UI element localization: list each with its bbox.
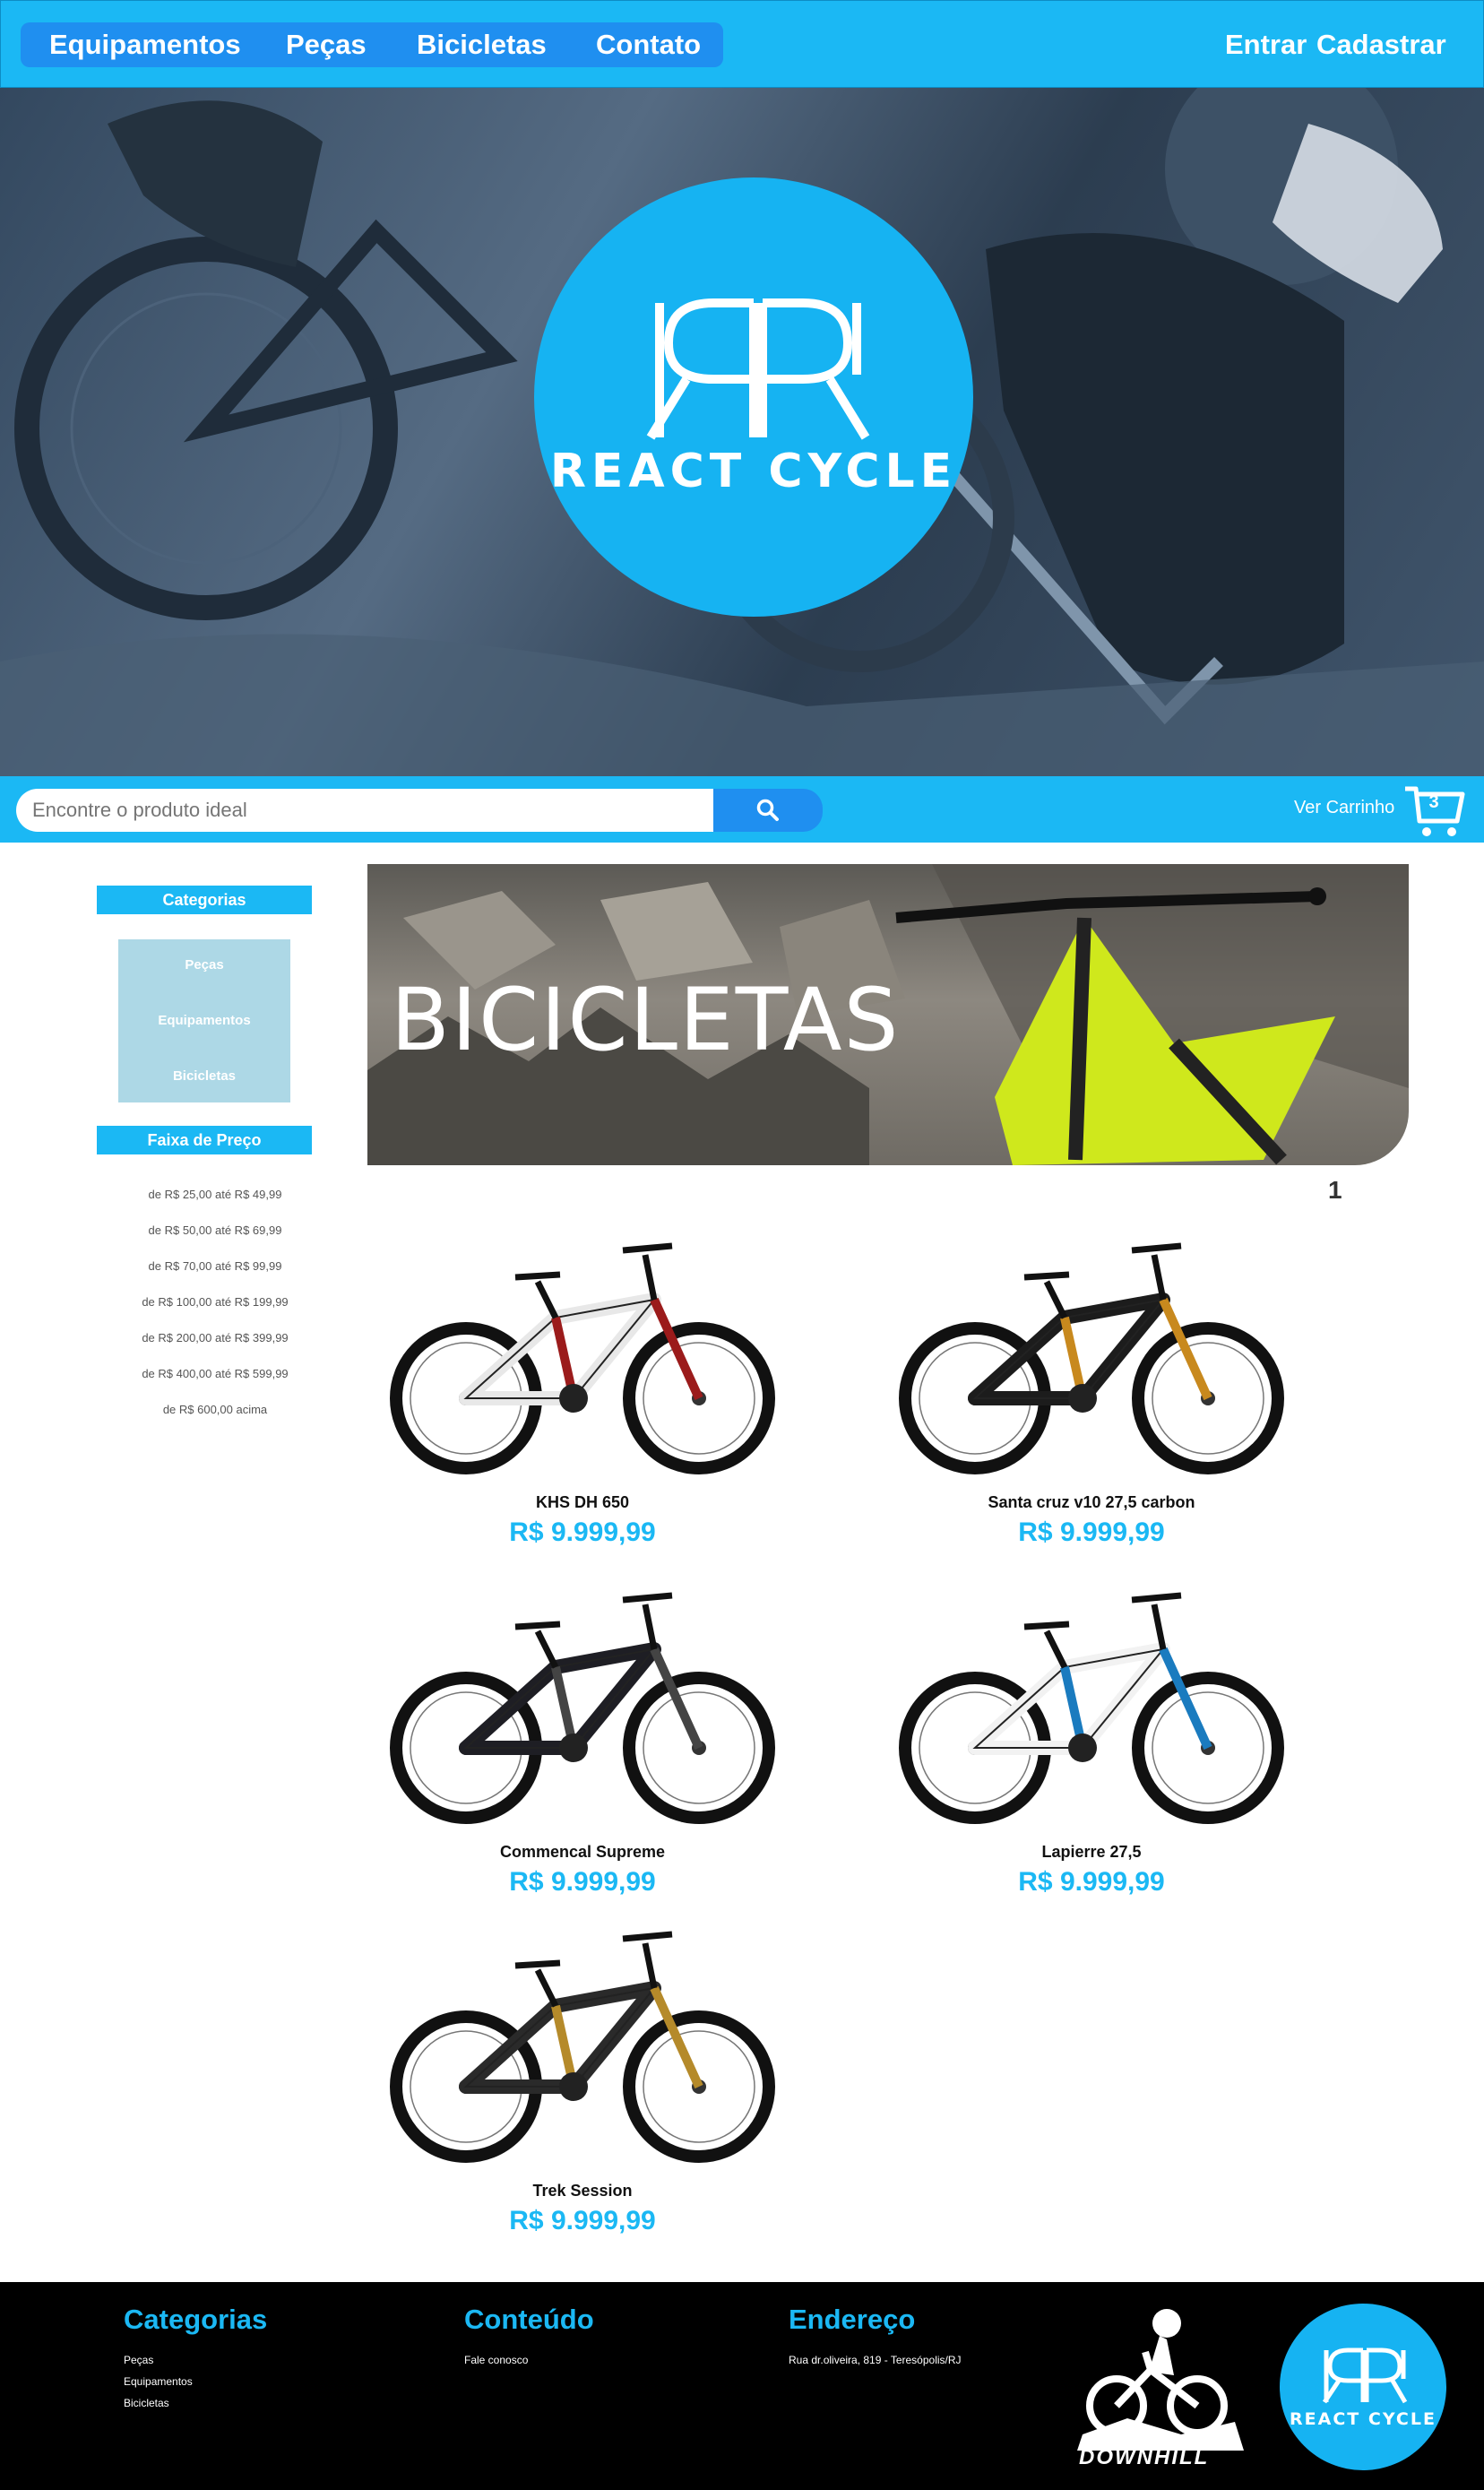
nav-bicicletas[interactable]: Bicicletas bbox=[417, 29, 547, 61]
product-image bbox=[899, 1592, 1284, 1824]
footer-link-contact[interactable]: Fale conosco bbox=[464, 2354, 528, 2366]
nav-pecas[interactable]: Peças bbox=[286, 29, 367, 61]
rr-logo-icon bbox=[646, 298, 870, 440]
rr-logo-icon bbox=[1322, 2347, 1408, 2404]
product-card[interactable]: Lapierre 27,5 R$ 9.999,99 bbox=[876, 1569, 1307, 1898]
footer-link-bicicletas[interactable]: Bicicletas bbox=[124, 2397, 169, 2409]
sidebar-item-pecas[interactable]: Peças bbox=[118, 957, 290, 973]
price-range-item[interactable]: de R$ 70,00 até R$ 99,99 bbox=[97, 1259, 333, 1273]
price-range-item[interactable]: de R$ 600,00 acima bbox=[97, 1403, 333, 1416]
login-link[interactable]: Entrar bbox=[1225, 29, 1307, 61]
search-input[interactable] bbox=[16, 789, 713, 832]
product-image bbox=[899, 1242, 1284, 1474]
hero-banner: REACT CYCLE bbox=[0, 88, 1484, 776]
product-card[interactable]: Santa cruz v10 27,5 carbon R$ 9.999,99 bbox=[876, 1219, 1307, 1548]
brand-logo: REACT CYCLE bbox=[534, 177, 973, 617]
brand-name: REACT CYCLE bbox=[549, 445, 958, 498]
product-image bbox=[390, 1931, 775, 2163]
footer-link-equipamentos[interactable]: Equipamentos bbox=[124, 2375, 193, 2388]
product-name[interactable]: Trek Session bbox=[367, 2182, 798, 2200]
product-name[interactable]: Santa cruz v10 27,5 carbon bbox=[876, 1493, 1307, 1512]
product-image bbox=[390, 1242, 775, 1474]
main-nav: Equipamentos Peças Bicicletas Contato bbox=[21, 22, 723, 67]
footer-categories-title: Categorias bbox=[124, 2304, 268, 2335]
sidebar-price-title: Faixa de Preço bbox=[97, 1126, 312, 1154]
nav-contato[interactable]: Contato bbox=[596, 29, 701, 61]
product-card[interactable]: Trek Session R$ 9.999,99 bbox=[367, 1907, 798, 2236]
product-name[interactable]: KHS DH 650 bbox=[367, 1493, 798, 1512]
price-range-item[interactable]: de R$ 100,00 até R$ 199,99 bbox=[97, 1295, 333, 1309]
pagination-current-page[interactable]: 1 bbox=[1328, 1176, 1342, 1205]
product-card[interactable]: KHS DH 650 R$ 9.999,99 bbox=[367, 1219, 798, 1548]
nav-equipamentos[interactable]: Equipamentos bbox=[49, 29, 241, 61]
footer-content-title: Conteúdo bbox=[464, 2304, 594, 2335]
price-range-item[interactable]: de R$ 400,00 até R$ 599,99 bbox=[97, 1367, 333, 1380]
sidebar-categories-list: Peças Equipamentos Bicicletas bbox=[118, 939, 290, 1102]
top-navbar: Equipamentos Peças Bicicletas Contato En… bbox=[0, 0, 1484, 88]
price-range-item[interactable]: de R$ 50,00 até R$ 69,99 bbox=[97, 1223, 333, 1237]
downhill-label: DOWNHILL bbox=[1079, 2445, 1210, 2469]
footer-address-title: Endereço bbox=[789, 2304, 916, 2335]
search-icon bbox=[756, 799, 779, 821]
product-price: R$ 9.999,99 bbox=[1018, 1517, 1165, 1547]
category-banner: BICICLETAS bbox=[367, 864, 1409, 1165]
product-name[interactable]: Commencal Supreme bbox=[367, 1843, 798, 1862]
product-price: R$ 9.999,99 bbox=[509, 2206, 656, 2235]
footer-address: Rua dr.oliveira, 819 - Teresópolis/RJ bbox=[789, 2354, 962, 2366]
register-link[interactable]: Cadastrar bbox=[1316, 29, 1446, 61]
product-image bbox=[390, 1592, 775, 1824]
product-card[interactable]: Commencal Supreme R$ 9.999,99 bbox=[367, 1569, 798, 1898]
footer-link-pecas[interactable]: Peças bbox=[124, 2354, 153, 2366]
footer-brand-logo: REACT CYCLE bbox=[1280, 2304, 1446, 2470]
product-price: R$ 9.999,99 bbox=[509, 1517, 656, 1547]
sidebar-item-bicicletas[interactable]: Bicicletas bbox=[118, 1068, 290, 1084]
footer: Categorias Peças Equipamentos Bicicletas… bbox=[0, 2282, 1484, 2490]
product-price: R$ 9.999,99 bbox=[1018, 1867, 1165, 1897]
search-button[interactable] bbox=[713, 789, 823, 832]
search-bar: Ver Carrinho 3 bbox=[0, 776, 1484, 843]
footer-brand-name: REACT CYCLE bbox=[1290, 2409, 1437, 2429]
sidebar-item-equipamentos[interactable]: Equipamentos bbox=[118, 1013, 290, 1028]
product-price: R$ 9.999,99 bbox=[509, 1867, 656, 1897]
cart-count-badge: 3 bbox=[1428, 792, 1439, 812]
price-range-item[interactable]: de R$ 200,00 até R$ 399,99 bbox=[97, 1331, 333, 1344]
cart-link[interactable]: Ver Carrinho bbox=[1294, 798, 1394, 818]
product-name[interactable]: Lapierre 27,5 bbox=[876, 1843, 1307, 1862]
sidebar-categories-title: Categorias bbox=[97, 886, 312, 914]
price-range-item[interactable]: de R$ 25,00 até R$ 49,99 bbox=[97, 1188, 333, 1201]
banner-title: BICICLETAS bbox=[391, 970, 901, 1070]
